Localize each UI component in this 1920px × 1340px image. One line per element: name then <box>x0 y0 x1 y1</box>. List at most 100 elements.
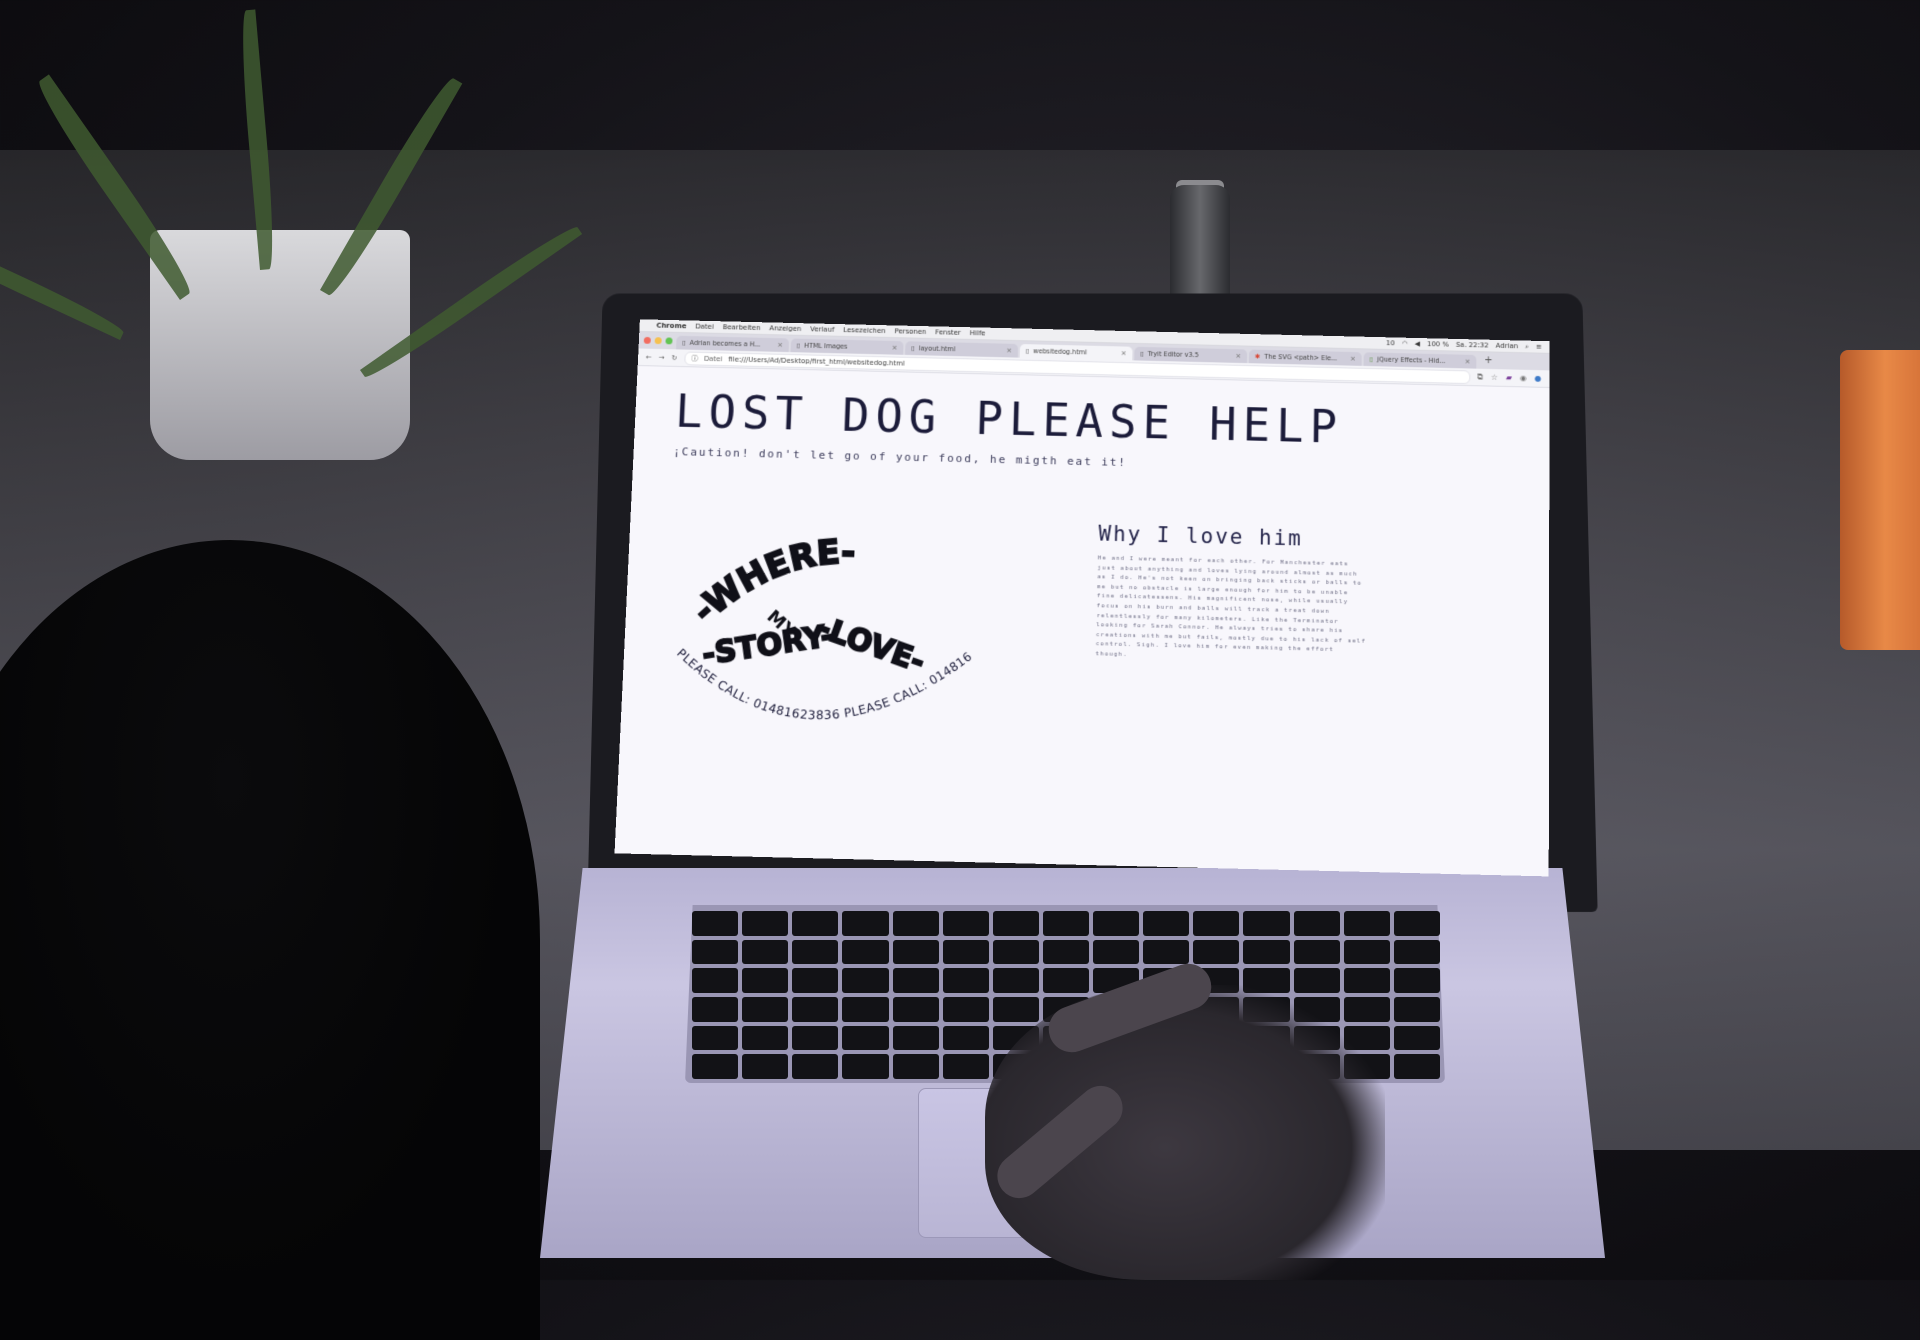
back-icon[interactable]: ← <box>646 353 652 361</box>
keyboard-key[interactable] <box>742 939 789 965</box>
tab-websitedog[interactable]: ▯ websitedog.html × <box>1019 344 1133 361</box>
keyboard-key[interactable] <box>1343 939 1390 965</box>
keyboard-key[interactable] <box>892 1025 939 1051</box>
keyboard-key[interactable] <box>1042 911 1090 936</box>
user-name[interactable]: Adrian <box>1496 341 1518 350</box>
keyboard-key[interactable] <box>1193 911 1240 936</box>
keyboard-key[interactable] <box>792 968 839 993</box>
keyboard-key[interactable] <box>1042 939 1090 965</box>
keyboard-key[interactable] <box>1343 996 1390 1022</box>
new-tab-button[interactable]: + <box>1478 355 1498 366</box>
close-window-icon[interactable] <box>643 336 651 344</box>
keyboard-key[interactable] <box>1343 911 1390 936</box>
keyboard-key[interactable] <box>1393 968 1440 993</box>
menu-app-name[interactable]: Chrome <box>656 322 686 330</box>
menu-item-bearbeiten[interactable]: Bearbeiten <box>722 323 760 332</box>
keyboard-key[interactable] <box>992 996 1039 1022</box>
keyboard-key[interactable] <box>1243 939 1290 965</box>
clock[interactable]: Sa. 22:32 <box>1456 340 1489 350</box>
keyboard-key[interactable] <box>992 968 1039 993</box>
info-icon[interactable]: ⓘ <box>691 353 698 363</box>
notifications-icon[interactable]: ≡ <box>1536 342 1542 351</box>
zoom-window-icon[interactable] <box>665 337 673 345</box>
keyboard-key[interactable] <box>692 939 739 965</box>
close-tab-icon[interactable]: × <box>1465 358 1471 366</box>
keyboard-key[interactable] <box>842 996 889 1022</box>
tab-svg-path[interactable]: ✱ The SVG <path> Ele... × <box>1248 349 1362 366</box>
keyboard-key[interactable] <box>1293 968 1340 993</box>
keyboard-key[interactable] <box>1042 968 1090 993</box>
keyboard-key[interactable] <box>842 911 889 936</box>
keyboard-key[interactable] <box>1393 911 1440 936</box>
keyboard-key[interactable] <box>792 996 839 1022</box>
keyboard-key[interactable] <box>892 996 939 1022</box>
spotlight-icon[interactable]: ⌕ <box>1525 342 1529 351</box>
keyboard-key[interactable] <box>742 968 789 993</box>
minimize-window-icon[interactable] <box>654 337 662 345</box>
profile-icon[interactable]: ◉ <box>1520 373 1527 383</box>
keyboard-key[interactable] <box>842 1025 889 1051</box>
menu-item-verlauf[interactable]: Verlauf <box>810 325 835 333</box>
translate-icon[interactable]: ⧉ <box>1477 372 1483 382</box>
keyboard-key[interactable] <box>1343 968 1390 993</box>
close-tab-icon[interactable]: × <box>891 344 897 352</box>
menu-item-anzeigen[interactable]: Anzeigen <box>769 324 801 333</box>
extension-icon[interactable]: ▰ <box>1506 373 1512 383</box>
sync-icon[interactable]: ● <box>1535 373 1542 383</box>
keyboard-key[interactable] <box>992 911 1039 936</box>
wifi-icon[interactable]: ◠ <box>1402 339 1408 348</box>
keyboard-key[interactable] <box>792 911 839 936</box>
keyboard-key[interactable] <box>1293 939 1340 965</box>
keyboard-key[interactable] <box>1143 939 1190 965</box>
keyboard-key[interactable] <box>942 939 989 965</box>
keyboard-key[interactable] <box>742 1025 789 1051</box>
keyboard-key[interactable] <box>892 968 939 993</box>
bookmark-star-icon[interactable]: ☆ <box>1491 372 1498 382</box>
close-tab-icon[interactable]: × <box>1235 352 1241 360</box>
keyboard-key[interactable] <box>1093 911 1140 936</box>
tab-layout[interactable]: ▯ layout.html × <box>905 341 1019 358</box>
keyboard-key[interactable] <box>742 1054 789 1079</box>
keyboard-key[interactable] <box>692 1025 739 1051</box>
keyboard-key[interactable] <box>942 1025 989 1051</box>
keyboard-key[interactable] <box>692 996 739 1022</box>
close-tab-icon[interactable]: × <box>1006 347 1012 355</box>
tab-tryit[interactable]: ▯ Tryit Editor v3.5 × <box>1134 346 1248 364</box>
keyboard-key[interactable] <box>742 911 789 936</box>
keyboard-key[interactable] <box>792 1025 839 1051</box>
battery-status[interactable]: 100 % <box>1427 340 1449 349</box>
keyboard-key[interactable] <box>1293 911 1340 936</box>
keyboard-key[interactable] <box>1243 911 1290 936</box>
keyboard-key[interactable] <box>892 939 939 965</box>
keyboard-key[interactable] <box>1393 1054 1440 1079</box>
keyboard-key[interactable] <box>1393 996 1440 1022</box>
keyboard-key[interactable] <box>792 939 839 965</box>
menu-item-fenster[interactable]: Fenster <box>935 328 961 336</box>
keyboard-key[interactable] <box>692 911 739 936</box>
keyboard-key[interactable] <box>1143 911 1190 936</box>
tab-html-images[interactable]: ▯ HTML Images × <box>790 338 904 355</box>
keyboard-key[interactable] <box>942 911 989 936</box>
close-tab-icon[interactable]: × <box>777 341 783 349</box>
close-tab-icon[interactable]: × <box>1121 349 1127 357</box>
keyboard-key[interactable] <box>1393 1025 1440 1051</box>
keyboard-key[interactable] <box>942 1054 989 1079</box>
tab-jquery[interactable]: ▯ jQuery Effects - Hid... × <box>1363 352 1477 369</box>
keyboard-key[interactable] <box>842 939 889 965</box>
keyboard-key[interactable] <box>942 968 989 993</box>
keyboard-key[interactable] <box>842 968 889 993</box>
wifi-count[interactable]: 10 <box>1386 339 1395 348</box>
keyboard-key[interactable] <box>992 939 1039 965</box>
keyboard-key[interactable] <box>942 996 989 1022</box>
menu-item-lesezeichen[interactable]: Lesezeichen <box>843 326 886 335</box>
keyboard-key[interactable] <box>842 1054 889 1079</box>
menu-item-personen[interactable]: Personen <box>894 327 926 336</box>
keyboard-key[interactable] <box>1093 939 1140 965</box>
keyboard-key[interactable] <box>892 1054 939 1079</box>
menu-item-hilfe[interactable]: Hilfe <box>970 329 986 337</box>
close-tab-icon[interactable]: × <box>1350 355 1356 363</box>
keyboard-key[interactable] <box>692 968 739 993</box>
keyboard-key[interactable] <box>1193 939 1240 965</box>
reload-icon[interactable]: ↻ <box>671 354 677 362</box>
keyboard-key[interactable] <box>892 911 939 936</box>
